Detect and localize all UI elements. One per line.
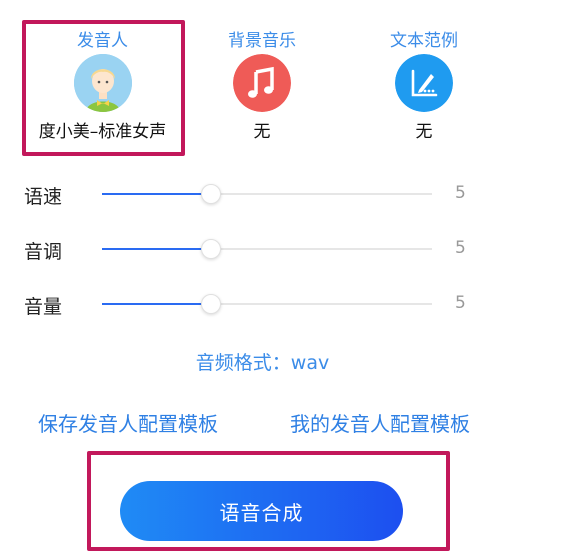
speaker-highlight-box [22,20,185,156]
volume-slider-fill [102,303,211,305]
save-template-link[interactable]: 保存发音人配置模板 [38,408,218,437]
speed-slider-fill [102,193,211,195]
music-note-icon [233,54,291,112]
pitch-label: 音调 [24,241,63,263]
speed-label: 语速 [24,186,63,208]
volume-slider-row: 音量 5 [0,284,565,324]
volume-slider[interactable] [102,294,432,314]
background-music-option[interactable]: 背景音乐 无 [182,0,342,144]
volume-label: 音量 [24,296,63,318]
text-example-label: 文本范例 [390,31,458,51]
pitch-slider-fill [102,248,211,250]
music-label: 背景音乐 [228,31,296,51]
speed-slider-row: 语速 5 [0,174,565,214]
volume-value: 5 [455,293,466,313]
speed-slider-thumb[interactable] [200,184,221,204]
pitch-slider-thumb[interactable] [200,239,221,259]
pitch-slider[interactable] [102,239,432,259]
audio-format-selector[interactable]: 音频格式：wav [0,348,525,375]
music-value: 无 [253,122,271,142]
text-example-option[interactable]: 文本范例 无 [344,0,504,144]
pen-document-icon [395,54,453,112]
pitch-value: 5 [455,238,466,258]
speed-slider[interactable] [102,184,432,204]
volume-slider-thumb[interactable] [200,294,221,314]
my-template-link[interactable]: 我的发音人配置模板 [290,408,470,437]
text-example-value: 无 [415,122,433,142]
synth-highlight-box [87,451,450,551]
pitch-slider-row: 音调 5 [0,229,565,269]
speed-value: 5 [455,183,466,203]
